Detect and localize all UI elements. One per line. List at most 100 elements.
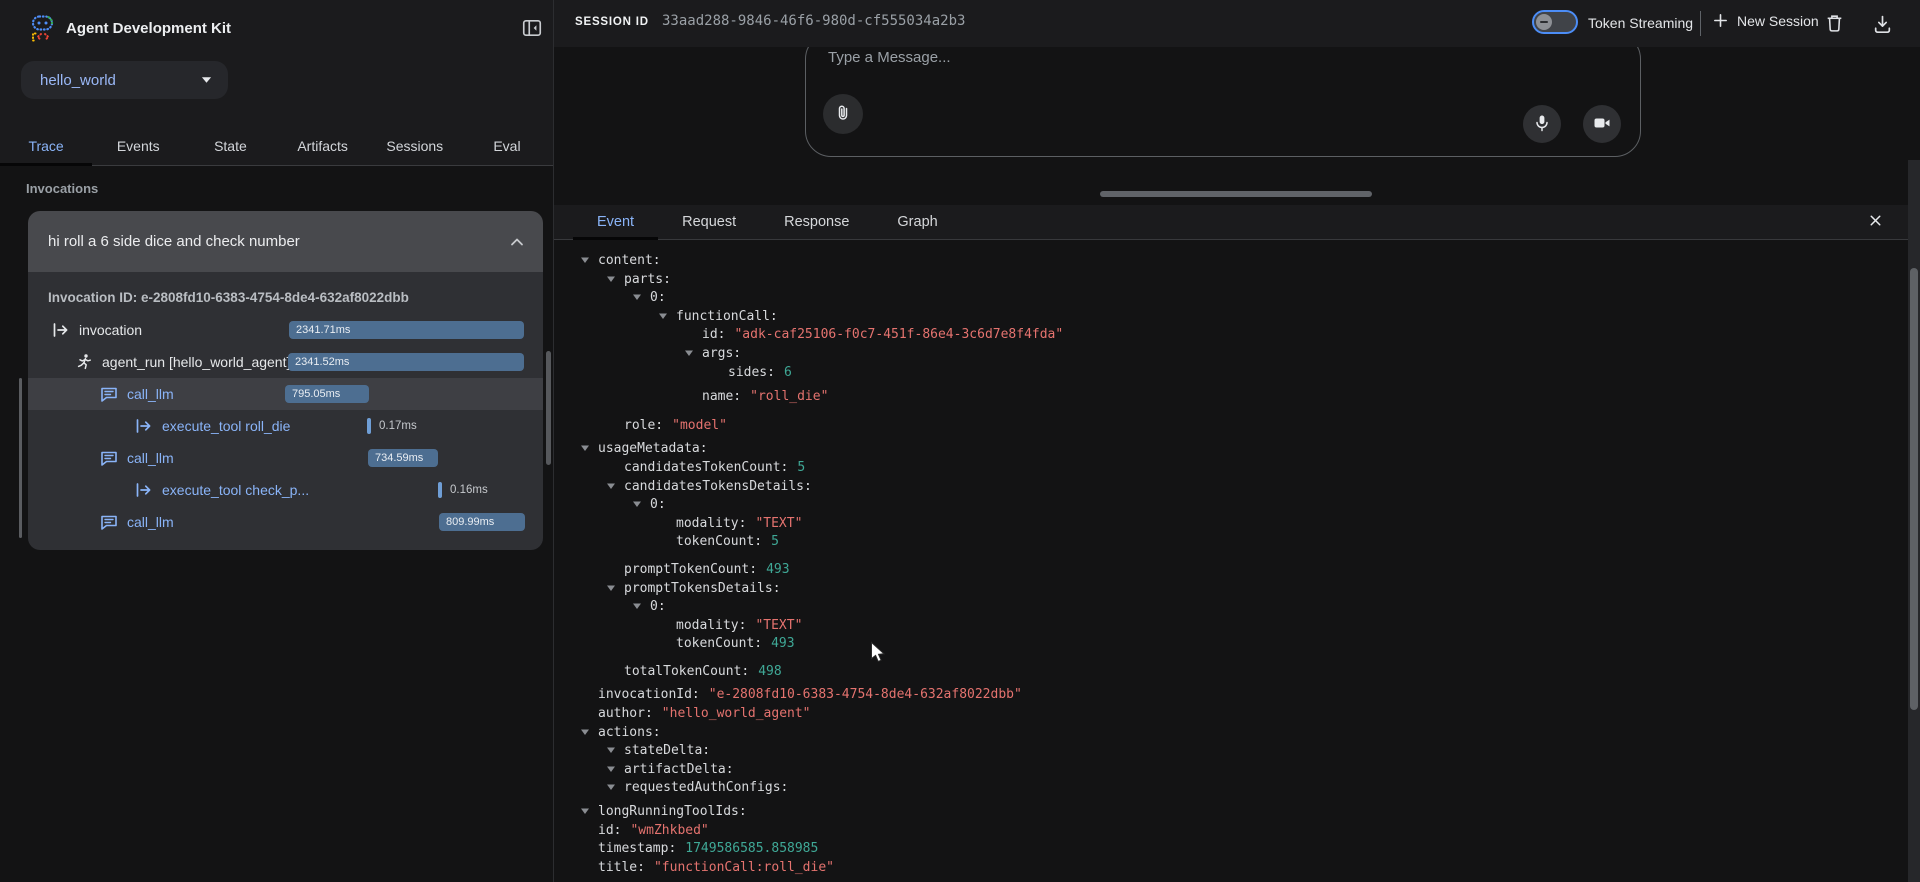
agent-select[interactable]: hello_world: [21, 61, 228, 99]
json-value: 1749586585.858985: [685, 841, 818, 856]
tool-icon: [135, 417, 153, 435]
json-key: totalTokenCount:: [624, 664, 749, 679]
expand-toggle-icon[interactable]: [604, 742, 624, 761]
expand-toggle-icon[interactable]: [630, 496, 650, 515]
json-value: "roll_die": [750, 389, 828, 404]
expand-toggle-icon[interactable]: [604, 478, 624, 497]
json-value: "functionCall:roll_die": [654, 860, 834, 875]
tree-scrollbar-thumb[interactable]: [19, 378, 22, 538]
chat-icon: [100, 385, 118, 403]
sidebar-scrollbar-thumb[interactable]: [546, 351, 551, 465]
json-line: longRunningToolIds:: [578, 803, 1063, 822]
delete-session-button[interactable]: [1824, 12, 1845, 34]
camera-button[interactable]: [1583, 105, 1621, 143]
expand-toggle-icon[interactable]: [578, 252, 598, 271]
json-key: stateDelta:: [624, 743, 710, 758]
json-value: "wmZhkbed": [630, 823, 708, 838]
trace-row-label: call_llm: [127, 514, 174, 530]
json-key: candidatesTokenCount:: [624, 460, 788, 475]
json-line: candidatesTokensDetails:: [604, 478, 1063, 497]
json-line: candidatesTokenCount:5: [604, 459, 1063, 478]
detail-tab-graph[interactable]: Graph: [873, 205, 961, 239]
trace-row-label: execute_tool check_p...: [162, 482, 309, 498]
trace-row-0[interactable]: invocation2341.71ms: [28, 314, 543, 346]
trace-row-2[interactable]: call_llm795.05ms: [28, 378, 543, 410]
json-line: author:"hello_world_agent": [578, 705, 1063, 724]
expand-toggle-icon[interactable]: [604, 761, 624, 780]
json-line: title: "functionCall:roll_die": [578, 859, 1063, 878]
detail-tab-event[interactable]: Event: [573, 205, 658, 239]
detail-tab-response[interactable]: Response: [760, 205, 873, 239]
close-detail-button[interactable]: [1861, 208, 1889, 236]
json-value: "TEXT": [755, 516, 802, 531]
invocation-id: Invocation ID: e-2808fd10-6383-4754-8de4…: [48, 288, 543, 310]
detail-tab-request[interactable]: Request: [658, 205, 760, 239]
json-line: id:"adk-caf25106-f0c7-451f-86e4-3c6d7e8f…: [682, 326, 1063, 345]
json-line: 0:: [630, 496, 1063, 515]
json-key: parts:: [624, 272, 671, 287]
trace-row-3[interactable]: execute_tool roll_die 0.17ms: [28, 410, 543, 442]
expand-toggle-icon[interactable]: [630, 598, 650, 617]
microphone-button[interactable]: [1523, 105, 1561, 143]
trace-tree: invocation2341.71msagent_run [hello_worl…: [28, 314, 543, 538]
json-key: sides:: [728, 365, 775, 380]
trace-row-5[interactable]: execute_tool check_p...0.16ms: [28, 474, 543, 506]
tab-sessions[interactable]: Sessions: [369, 128, 461, 165]
invocation-title: hi roll a 6 side dice and check number: [48, 233, 300, 250]
sidebar-collapse-button[interactable]: [519, 16, 545, 42]
json-key: tokenCount:: [676, 534, 762, 549]
main-scrollbar-thumb[interactable]: [1910, 268, 1918, 710]
session-id-label: SESSION ID: [575, 16, 649, 28]
json-key: id:: [598, 823, 621, 838]
token-streaming-toggle[interactable]: [1532, 10, 1578, 34]
expand-toggle-icon[interactable]: [630, 289, 650, 308]
attach-file-button[interactable]: [823, 94, 863, 134]
panel-resize-handle[interactable]: [1100, 191, 1372, 197]
json-key: actions:: [598, 725, 661, 740]
message-input-card: [805, 47, 1641, 157]
expand-toggle-icon[interactable]: [578, 803, 598, 822]
json-line: 0:: [630, 289, 1063, 308]
expand-toggle-icon[interactable]: [656, 308, 676, 327]
expand-toggle-icon[interactable]: [604, 580, 624, 599]
plus-icon: [1712, 12, 1729, 29]
json-line: name:"roll_die": [682, 388, 1063, 407]
adk-logo-icon: [26, 13, 58, 45]
trace-row-label: call_llm: [127, 386, 174, 402]
json-value: "hello_world_agent": [662, 706, 811, 721]
trace-row-1[interactable]: agent_run [hello_world_agent]2341.52ms: [28, 346, 543, 378]
expand-toggle-icon[interactable]: [604, 271, 624, 290]
invocation-card-header[interactable]: hi roll a 6 side dice and check number: [28, 211, 543, 272]
message-input[interactable]: [826, 48, 1330, 67]
new-session-button[interactable]: New Session: [1712, 12, 1819, 29]
export-session-button[interactable]: [1872, 13, 1893, 35]
tab-artifacts[interactable]: Artifacts: [277, 128, 369, 165]
json-key: id:: [702, 327, 725, 342]
tab-events[interactable]: Events: [92, 128, 184, 165]
duration-label: 0.17ms: [379, 418, 417, 434]
close-icon: [1867, 217, 1884, 232]
tab-trace[interactable]: Trace: [0, 128, 92, 165]
expand-toggle-icon[interactable]: [578, 724, 598, 743]
duration-bar: 734.59ms: [368, 449, 438, 467]
expand-toggle-icon[interactable]: [604, 779, 624, 798]
trash-icon: [1824, 12, 1845, 34]
tab-eval[interactable]: Eval: [461, 128, 553, 165]
tab-state[interactable]: State: [184, 128, 276, 165]
trace-row-label: execute_tool roll_die: [162, 418, 290, 434]
expand-toggle-icon[interactable]: [578, 440, 598, 459]
trace-row-4[interactable]: call_llm734.59ms: [28, 442, 543, 474]
detail-tabs: EventRequestResponseGraph: [554, 205, 1920, 240]
trace-row-6[interactable]: call_llm809.99ms: [28, 506, 543, 538]
sidebar: Agent Development Kit hello_world TraceE…: [0, 0, 553, 882]
json-key: title:: [598, 860, 645, 875]
expand-toggle-icon[interactable]: [682, 345, 702, 364]
json-line: 0:: [630, 598, 1063, 617]
json-key: requestedAuthConfigs:: [624, 780, 788, 795]
json-value: 5: [771, 534, 779, 549]
mic-icon: [1532, 113, 1552, 136]
json-key: candidatesTokensDetails:: [624, 479, 812, 494]
json-line: tokenCount:493: [656, 635, 1063, 654]
duration-tick: [438, 482, 442, 498]
chevron-up-icon: [507, 232, 527, 252]
